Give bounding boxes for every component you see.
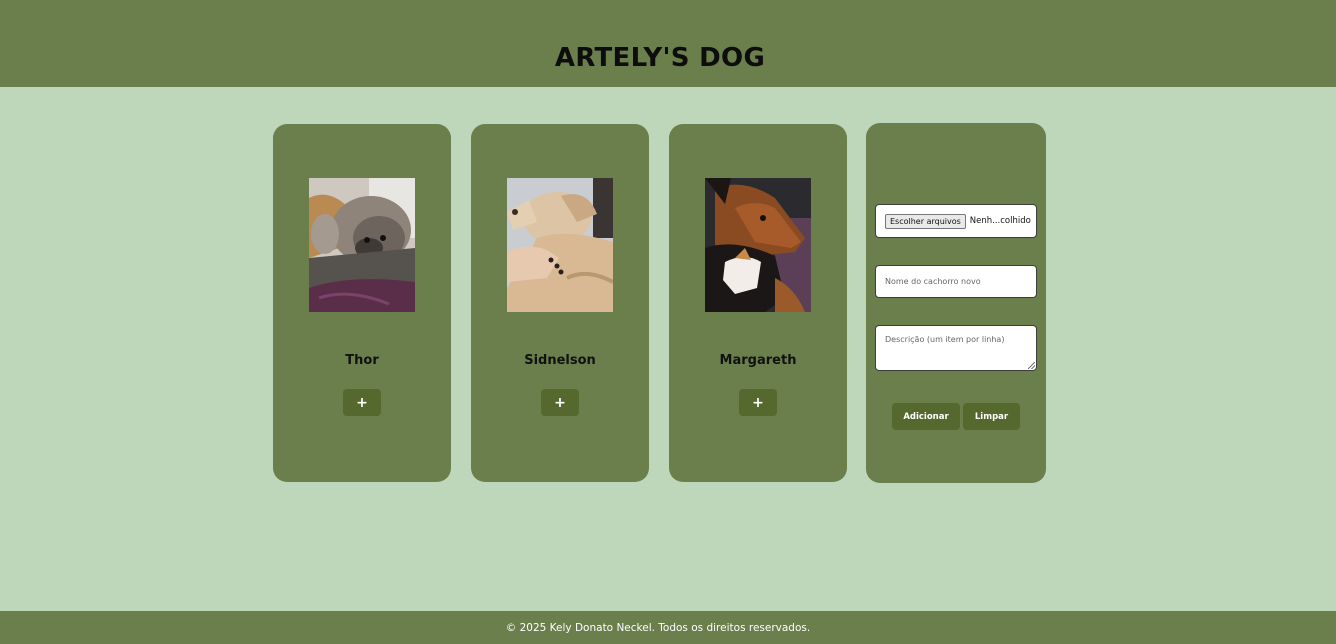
- resize-handle-icon[interactable]: [1028, 362, 1035, 369]
- file-status-text: Nenh...colhido: [969, 216, 1031, 226]
- file-input[interactable]: Escolher arquivos Nenh...colhido: [875, 204, 1037, 238]
- add-button[interactable]: Adicionar: [892, 403, 960, 430]
- clear-button[interactable]: Limpar: [963, 403, 1020, 430]
- dog-name: Thor: [345, 353, 379, 368]
- dog-name-input[interactable]: [876, 266, 1036, 297]
- dog-card-margareth: Margareth +: [669, 124, 847, 482]
- dog-name: Sidnelson: [524, 353, 596, 368]
- site-header: ARTELY'S DOG: [0, 0, 1336, 87]
- add-margareth-button[interactable]: +: [739, 389, 777, 416]
- margareth-photo: [705, 178, 811, 312]
- dog-card-thor: Thor +: [273, 124, 451, 482]
- new-dog-form: Escolher arquivos Nenh...colhido Adicion…: [866, 123, 1046, 483]
- site-footer: © 2025 Kely Donato Neckel. Todos os dire…: [0, 611, 1336, 644]
- add-sidnelson-button[interactable]: +: [541, 389, 579, 416]
- description-field-wrapper: [875, 325, 1037, 371]
- add-thor-button[interactable]: +: [343, 389, 381, 416]
- dog-name-field-wrapper: [875, 265, 1037, 298]
- copyright-text: © 2025 Kely Donato Neckel. Todos os dire…: [505, 621, 811, 634]
- thor-photo: [309, 178, 415, 312]
- site-title: ARTELY'S DOG: [554, 42, 766, 73]
- sidnelson-photo: [507, 178, 613, 312]
- choose-files-button[interactable]: Escolher arquivos: [885, 213, 966, 229]
- dog-card-sidnelson: Sidnelson +: [471, 124, 649, 482]
- description-textarea[interactable]: [876, 326, 1036, 370]
- dog-name: Margareth: [719, 353, 797, 368]
